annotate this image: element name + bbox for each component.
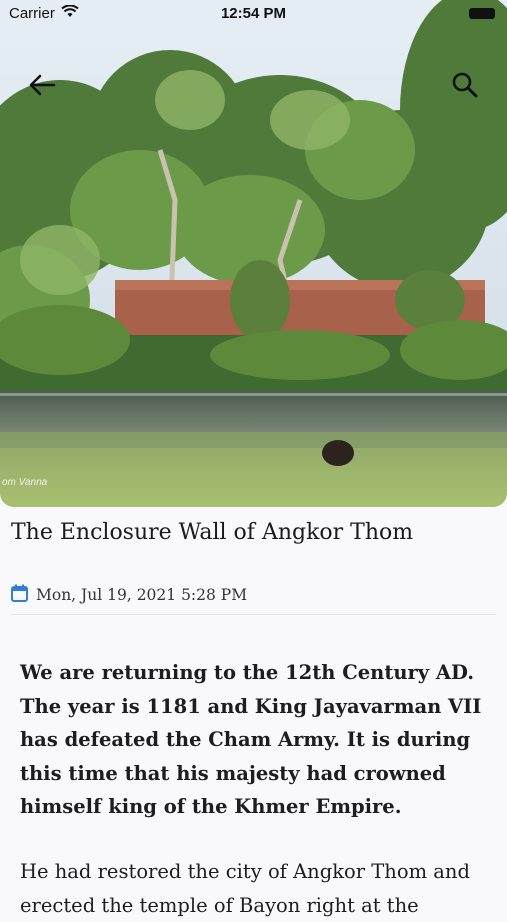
hero-image bbox=[0, 0, 507, 507]
photo-credit: om Vanna bbox=[2, 477, 48, 488]
status-bar: Carrier 12:54 PM bbox=[0, 0, 507, 28]
article-date-row: Mon, Jul 19, 2021 5:28 PM bbox=[11, 584, 247, 606]
article-date: Mon, Jul 19, 2021 5:28 PM bbox=[36, 586, 248, 604]
battery-icon bbox=[469, 8, 495, 19]
search-icon bbox=[452, 72, 478, 98]
status-time: 12:54 PM bbox=[220, 5, 287, 22]
arrow-left-icon bbox=[29, 74, 56, 96]
back-button[interactable] bbox=[22, 65, 62, 105]
calendar-icon bbox=[11, 584, 28, 606]
article-paragraph-2: He had restored the city of Angkor Thom … bbox=[20, 860, 470, 917]
search-button[interactable] bbox=[445, 65, 485, 105]
article-title: The Enclosure Wall of Angkor Thom bbox=[11, 520, 414, 545]
divider bbox=[11, 614, 496, 615]
article-paragraph-1: We are returning to the 12th Century AD.… bbox=[20, 661, 482, 818]
